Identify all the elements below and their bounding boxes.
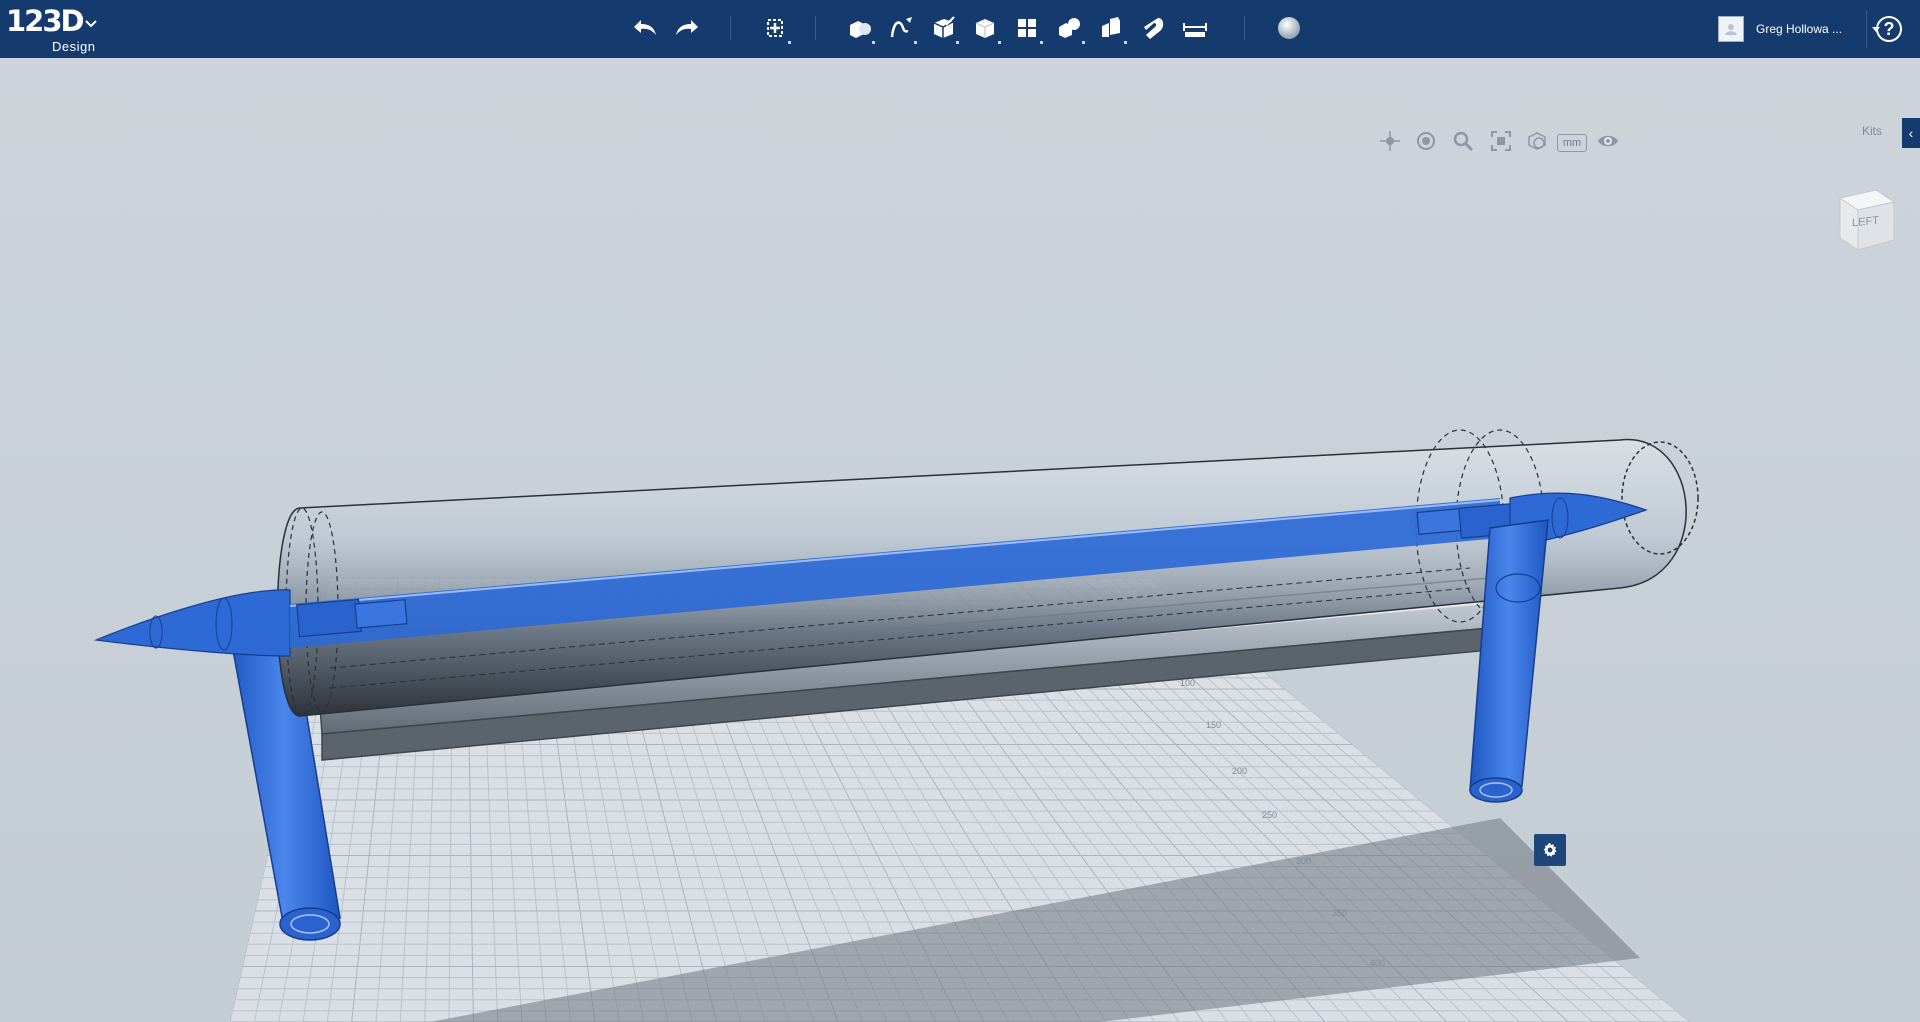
orbit-icon: [1417, 132, 1435, 150]
snap-icon: [1144, 18, 1164, 39]
svg-text:200: 200: [1232, 766, 1247, 776]
sketch-icon: [890, 17, 912, 38]
grouping-icon: [1059, 18, 1080, 38]
combine-button[interactable]: [1092, 10, 1130, 46]
svg-text:350: 350: [1332, 908, 1347, 918]
visual-style-icon: [1528, 132, 1546, 150]
kits-label: Kits: [1862, 124, 1883, 138]
logo-number: 123D: [6, 4, 85, 38]
modify-icon: [975, 19, 995, 38]
pattern-button[interactable]: [1008, 10, 1046, 46]
grouping-button[interactable]: [1050, 10, 1088, 46]
top-toolbar: 123D Design Greg Hollowa ... ?: [0, 0, 1920, 58]
visibility-button[interactable]: [1594, 128, 1622, 154]
visual-style-button[interactable]: [1523, 128, 1551, 154]
fit-view-icon: [1491, 131, 1511, 151]
construct-icon: [933, 16, 955, 38]
combine-icon: [1102, 17, 1120, 37]
pattern-icon: [1018, 19, 1036, 37]
logo-word: Design: [52, 39, 96, 54]
redo-icon: [676, 20, 698, 35]
user-name: Greg Hollowa ...: [1756, 22, 1843, 36]
scene-canvas: 50100150 200250300 350400: [93, 429, 1699, 1022]
transform-icon: [767, 19, 783, 37]
undo-icon: [634, 20, 656, 35]
measure-button[interactable]: [1176, 10, 1214, 46]
app-menu-logo[interactable]: 123D Design: [6, 4, 102, 54]
help-button[interactable]: ?: [1876, 16, 1902, 42]
units-toggle[interactable]: mm: [1557, 134, 1587, 152]
avatar: [1718, 16, 1744, 42]
svg-text:400: 400: [1370, 958, 1385, 968]
eye-icon: [1598, 135, 1618, 147]
user-icon: [1725, 24, 1737, 35]
undo-button[interactable]: [626, 10, 664, 46]
toolbar-separator: [1244, 16, 1245, 40]
toolbar-separator: [730, 16, 731, 40]
measure-icon: [1183, 23, 1207, 37]
chevron-down-icon: [85, 20, 97, 28]
primitives-icon: [850, 21, 871, 38]
zoom-icon: [1453, 131, 1474, 152]
redo-button[interactable]: [668, 10, 706, 46]
user-menu[interactable]: Greg Hollowa ...: [1718, 14, 1880, 44]
toolbar-separator: [1866, 10, 1867, 48]
svg-text:150: 150: [1206, 720, 1221, 730]
svg-text:300: 300: [1296, 856, 1311, 866]
zoom-button[interactable]: [1449, 128, 1477, 154]
construct-button[interactable]: [924, 10, 962, 46]
view-cube[interactable]: LEFT: [1836, 186, 1896, 252]
fit-view-button[interactable]: [1487, 128, 1515, 154]
primitives-button[interactable]: [840, 10, 878, 46]
kits-toggle-button[interactable]: ‹: [1902, 118, 1920, 148]
material-button[interactable]: [1270, 10, 1308, 46]
pan-icon: [1380, 131, 1400, 151]
material-icon: [1278, 17, 1300, 39]
modify-button[interactable]: [966, 10, 1004, 46]
3d-viewport[interactable]: 50100150 200250300 350400: [0, 58, 1920, 1022]
sketch-button[interactable]: [882, 10, 920, 46]
toolbar-separator: [815, 16, 816, 40]
orbit-button[interactable]: [1412, 128, 1440, 154]
snap-button[interactable]: [1134, 10, 1172, 46]
pan-button[interactable]: [1376, 128, 1404, 154]
settings-button[interactable]: [1534, 834, 1566, 866]
transform-button[interactable]: [756, 10, 794, 46]
svg-text:250: 250: [1262, 810, 1277, 820]
gear-icon: [1543, 843, 1557, 857]
